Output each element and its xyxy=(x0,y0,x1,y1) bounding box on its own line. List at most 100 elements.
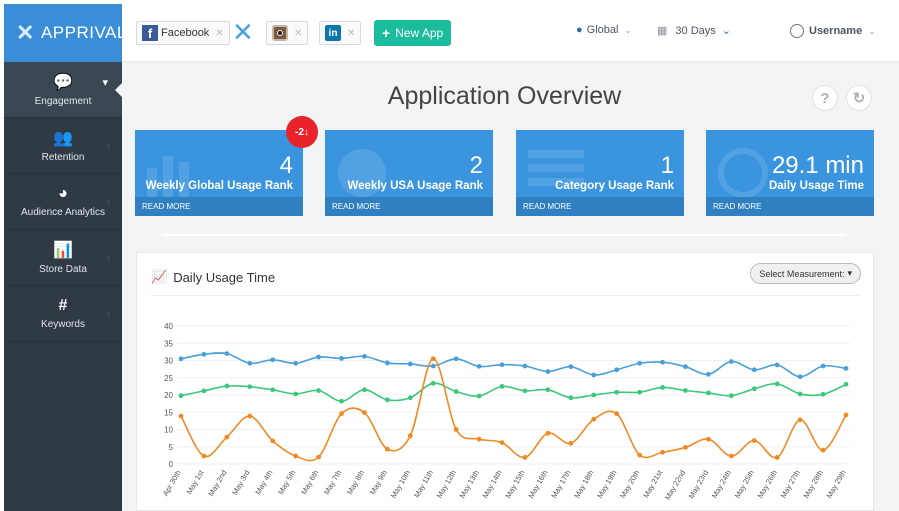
region-label: Global xyxy=(586,24,619,36)
user-menu[interactable]: Username ⌄ xyxy=(790,24,876,38)
data-point xyxy=(843,381,849,387)
close-icon[interactable]: ✕ xyxy=(215,28,223,39)
sidebar-item-engagement[interactable]: 💬 Engagement ▾ xyxy=(4,62,123,118)
read-more-link[interactable]: READ MORE xyxy=(325,197,493,216)
x-tick-label: May 3rd xyxy=(230,469,251,497)
data-point xyxy=(706,371,711,377)
data-point xyxy=(545,369,551,374)
data-point xyxy=(339,356,344,361)
help-icon[interactable]: ? xyxy=(812,85,838,111)
facebook-icon: f xyxy=(142,25,158,41)
data-point xyxy=(568,395,574,401)
data-point xyxy=(545,430,551,436)
refresh-icon[interactable]: ↻ xyxy=(846,85,872,111)
sidebar-item-keywords[interactable]: # Keywords ‹ xyxy=(4,286,122,342)
y-tick-label: 20 xyxy=(164,391,173,400)
data-point xyxy=(683,445,688,450)
stat-value: 4 xyxy=(279,152,293,179)
stat-card-usa-rank[interactable]: 2 Weekly USA Usage Rank READ MORE xyxy=(325,130,493,216)
data-point xyxy=(407,395,413,401)
sidebar-item-audience-analytics[interactable]: ◕ Audience Analytics ‹ xyxy=(4,174,122,230)
x-tick-label: May 7th xyxy=(322,469,343,497)
data-point xyxy=(316,454,321,460)
plus-icon: + xyxy=(382,25,391,41)
data-point xyxy=(728,359,734,364)
app-chip-instagram[interactable]: ✕ xyxy=(266,21,309,45)
data-point xyxy=(774,362,780,368)
stat-card-category-rank[interactable]: 1 Category Usage Rank READ MORE xyxy=(516,130,684,216)
data-point xyxy=(384,397,390,403)
x-tick-label: May 21st xyxy=(641,468,664,500)
data-point xyxy=(797,417,803,423)
x-tick-label: May 17th xyxy=(549,469,572,500)
data-point xyxy=(247,384,253,390)
series-line-0 xyxy=(180,352,847,378)
username: Username xyxy=(809,25,863,37)
data-point xyxy=(476,436,482,442)
close-icon[interactable]: ✕ xyxy=(347,28,355,39)
data-point xyxy=(751,438,757,443)
data-point xyxy=(797,374,803,380)
data-point xyxy=(591,392,597,398)
x-tick-label: May 24th xyxy=(710,469,733,500)
data-point xyxy=(499,440,505,446)
app-chip-linkedin[interactable]: in ✕ xyxy=(319,21,362,45)
x-tick-label: May 20th xyxy=(618,469,641,500)
series-line-2 xyxy=(180,357,847,462)
read-more-link[interactable]: READ MORE xyxy=(516,197,684,216)
x-tick-label: May 16th xyxy=(526,469,549,500)
data-point xyxy=(201,388,207,394)
data-point xyxy=(820,447,826,453)
data-point xyxy=(224,383,230,389)
data-point xyxy=(430,363,436,369)
data-point xyxy=(820,363,826,369)
arrow-down-icon: ↓ xyxy=(303,126,309,138)
data-point xyxy=(522,363,528,369)
app-chip-facebook[interactable]: f Facebook ✕ xyxy=(136,21,230,45)
x-tick-label: May 19th xyxy=(595,469,618,500)
data-point xyxy=(683,364,688,370)
data-point xyxy=(820,391,826,397)
data-point xyxy=(339,411,344,417)
period-dropdown[interactable]: ▦ 30 Days ⌄ xyxy=(657,24,731,38)
data-point xyxy=(476,393,482,399)
x-logo-icon: ✕ xyxy=(16,20,35,45)
data-point xyxy=(293,391,299,397)
data-point xyxy=(499,383,505,389)
y-tick-label: 0 xyxy=(169,460,174,469)
chevron-down-icon: ⌄ xyxy=(624,24,632,35)
data-point xyxy=(614,389,620,395)
sidebar-item-retention[interactable]: 👥 Retention ‹ xyxy=(4,118,122,174)
x-app-icon[interactable]: ✕ xyxy=(232,19,254,45)
stat-label: Weekly Global Usage Rank xyxy=(145,180,293,192)
y-tick-label: 15 xyxy=(164,408,173,417)
page-title: Application Overview xyxy=(387,82,622,110)
x-tick-label: May 29th xyxy=(825,469,848,500)
app-chip-label: Facebook xyxy=(161,27,210,39)
main-content: Application Overview ? ↻ 4 Weekly Global… xyxy=(122,62,899,511)
read-more-link[interactable]: READ MORE xyxy=(135,197,303,216)
sidebar-item-store-data[interactable]: 📊 Store Data ‹ xyxy=(4,230,122,286)
read-more-link[interactable]: READ MORE xyxy=(706,197,874,216)
stat-value: 1 xyxy=(660,152,674,179)
stat-card-daily-usage[interactable]: 29.1 min Daily Usage Time READ MORE xyxy=(706,130,874,216)
data-point xyxy=(522,455,528,460)
region-dropdown[interactable]: ● Global ⌄ xyxy=(576,24,632,36)
x-tick-label: Apr 30th xyxy=(161,469,183,498)
brand[interactable]: ✕ APPRIVAL xyxy=(4,4,126,62)
stat-label: Daily Usage Time xyxy=(768,180,864,192)
chevron-down-icon: ▾ xyxy=(102,77,108,89)
new-app-button[interactable]: + New App xyxy=(374,20,452,46)
users-icon: 👥 xyxy=(53,130,73,147)
x-tick-label: May 12th xyxy=(435,469,458,500)
data-point xyxy=(706,436,711,442)
chevron-down-icon: ⌄ xyxy=(868,25,876,36)
y-tick-label: 5 xyxy=(169,443,174,452)
x-tick-label: May 11th xyxy=(412,469,435,500)
close-icon[interactable]: ✕ xyxy=(294,28,302,39)
data-point xyxy=(362,353,367,359)
stat-card-global-rank[interactable]: 4 Weekly Global Usage Rank READ MORE xyxy=(135,130,303,216)
data-point xyxy=(339,398,344,404)
data-point xyxy=(270,387,276,393)
divider xyxy=(162,234,846,236)
